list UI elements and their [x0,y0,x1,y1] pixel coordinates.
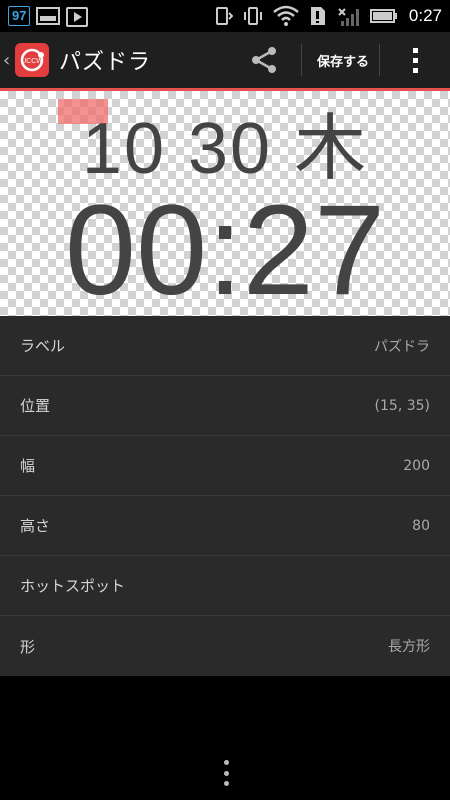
overflow-menu-icon[interactable] [400,44,430,76]
widget-preview[interactable]: 10 30 木 00:27 [0,91,450,316]
property-value: (15, 35) [374,397,430,414]
play-store-icon [66,7,89,27]
property-name: 位置 [20,397,51,415]
preview-date: 10 30 木 [81,109,369,189]
property-value: 80 [412,517,430,534]
back-caret-icon[interactable]: ‹ [3,50,13,71]
property-row-width[interactable]: 幅 200 [0,436,450,496]
page-title: パズドラ [59,50,152,75]
notification-count-icon: 97 [8,6,31,26]
property-list: ラベル パズドラ 位置 (15, 35) 幅 200 高さ 80 ホットスポット… [0,316,450,676]
property-value: 長方形 [388,639,430,655]
bottom-overflow-menu-icon[interactable] [220,760,232,786]
property-row-height[interactable]: 高さ 80 [0,496,450,556]
property-row-position[interactable]: 位置 (15, 35) [0,376,450,436]
gallery-icon [36,7,61,25]
toolbar-divider [301,44,302,76]
preview-time: 00:27 [64,179,386,322]
battery-icon [369,9,397,23]
vibrate-icon [243,7,262,25]
property-value: パズドラ [374,338,430,355]
wifi-icon [273,5,299,26]
property-name: 形 [20,637,36,656]
share-icon [252,47,276,73]
property-name: 高さ [20,517,51,535]
property-row-shape[interactable]: 形 長方形 [0,616,450,676]
toolbar-divider [379,44,380,76]
svg-text:UCCW: UCCW [21,58,43,65]
phone-sync-icon [215,7,233,25]
status-bar: 97 0:27 [0,0,450,32]
property-value: 200 [403,457,430,474]
property-name: ラベル [20,337,66,355]
app-logo-icon[interactable]: UCCW [15,43,49,77]
property-row-hotspot[interactable]: ホットスポット [0,556,450,616]
action-bar: ‹ UCCW パズドラ 保存する [0,32,450,88]
no-signal-icon [338,8,359,26]
property-name: 幅 [20,457,36,475]
property-row-label[interactable]: ラベル パズドラ [0,316,450,376]
clock-time: 0:27 [408,6,442,25]
share-button[interactable] [246,44,282,76]
save-button[interactable]: 保存する [311,32,375,88]
property-name: ホットスポット [20,577,126,595]
sd-card-warning-icon [310,7,325,25]
